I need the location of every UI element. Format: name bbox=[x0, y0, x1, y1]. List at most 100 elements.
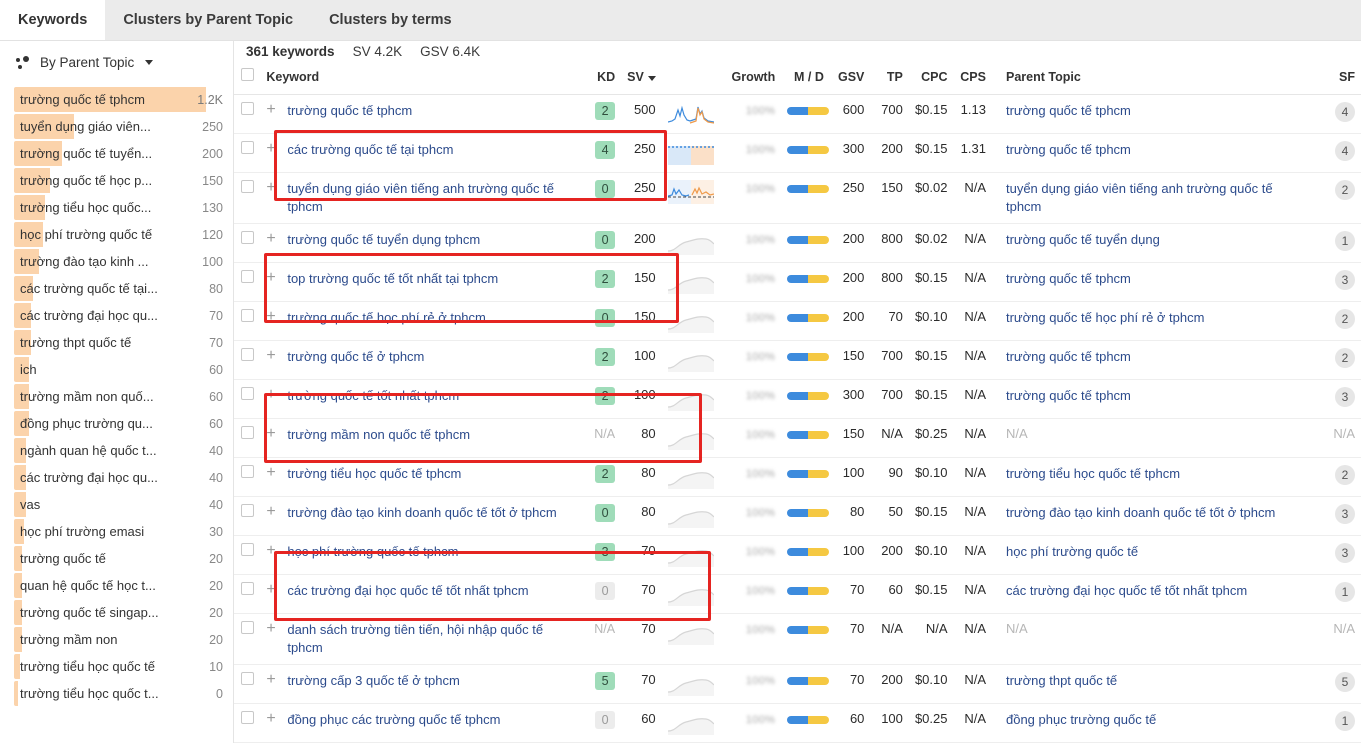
add-keyword-icon[interactable]: + bbox=[266, 309, 277, 325]
table-row[interactable]: + trường quốc tế tốt nhất tphcm 2 100 100% 30… bbox=[234, 379, 1361, 419]
keyword-link[interactable]: đồng phục các trường quốc tế tphcm bbox=[287, 711, 500, 729]
sidebar-item[interactable]: trường quốc tế học p... 150 bbox=[0, 167, 233, 194]
row-checkbox[interactable] bbox=[240, 465, 254, 478]
col-cps[interactable]: CPS bbox=[953, 62, 992, 95]
col-tp[interactable]: TP bbox=[870, 62, 909, 95]
parent-topic-link[interactable]: các trường đại học quốc tế tốt nhất tphc… bbox=[1006, 583, 1247, 598]
row-checkbox[interactable] bbox=[240, 672, 254, 685]
tab-keywords[interactable]: Keywords bbox=[0, 0, 106, 40]
row-checkbox[interactable] bbox=[240, 141, 254, 154]
parent-topic-link[interactable]: trường quốc tế tuyển dụng bbox=[1006, 232, 1160, 247]
table-row[interactable]: + danh sách trường tiên tiến, hội nhập qu… bbox=[234, 613, 1361, 665]
table-row[interactable]: + các trường đại học quốc tế tốt nhất tph… bbox=[234, 574, 1361, 614]
row-checkbox[interactable] bbox=[240, 348, 254, 361]
row-select-cell[interactable] bbox=[234, 496, 261, 536]
table-row[interactable]: + học phí trường quốc tế tphcm 3 70 100% 100 2… bbox=[234, 535, 1361, 575]
sidebar-item[interactable]: ich 60 bbox=[0, 356, 233, 383]
add-keyword-icon[interactable]: + bbox=[266, 141, 277, 157]
row-checkbox[interactable] bbox=[240, 270, 254, 283]
sidebar-item[interactable]: các trường đại học qu... 70 bbox=[0, 302, 233, 329]
add-keyword-icon[interactable]: + bbox=[266, 426, 277, 442]
tab-clusters-by-parent-topic[interactable]: Clusters by Parent Topic bbox=[105, 0, 311, 40]
row-select-cell[interactable] bbox=[234, 613, 261, 665]
keyword-link[interactable]: học phí trường quốc tế tphcm bbox=[287, 543, 458, 561]
parent-topic-link[interactable]: tuyển dụng giáo viên tiếng anh trường qu… bbox=[1006, 181, 1273, 214]
row-select-cell[interactable] bbox=[234, 664, 261, 704]
keyword-link[interactable]: trường quốc tế tuyển dụng tphcm bbox=[287, 231, 480, 249]
row-select-cell[interactable] bbox=[234, 301, 261, 341]
col-growth[interactable]: Growth bbox=[724, 62, 782, 95]
keyword-link[interactable]: trường đào tạo kinh doanh quốc tế tốt ở … bbox=[287, 504, 556, 522]
sidebar-item[interactable]: đồng phục trường qu... 60 bbox=[0, 410, 233, 437]
keyword-link[interactable]: danh sách trường tiên tiến, hội nhập quố… bbox=[287, 621, 574, 657]
table-row[interactable]: + các trường quốc tế tại tphcm 4 250 100% 300… bbox=[234, 133, 1361, 173]
row-checkbox[interactable] bbox=[240, 543, 254, 556]
col-parent-topic[interactable]: Parent Topic bbox=[991, 62, 1317, 95]
sidebar-item[interactable]: trường tiểu học quốc... 130 bbox=[0, 194, 233, 221]
add-keyword-icon[interactable]: + bbox=[266, 180, 277, 196]
keyword-link[interactable]: trường quốc tế tphcm bbox=[287, 102, 412, 120]
sidebar-item[interactable]: trường tiểu học quốc t... 0 bbox=[0, 680, 233, 707]
table-row[interactable]: + trường quốc tế tphcm 2 500 100% 600 700 $0.15… bbox=[234, 94, 1361, 134]
select-all-header[interactable] bbox=[234, 62, 261, 95]
add-keyword-icon[interactable]: + bbox=[266, 465, 277, 481]
keyword-link[interactable]: trường cấp 3 quốc tế ở tphcm bbox=[287, 672, 459, 690]
parent-topic-link[interactable]: học phí trường quốc tế bbox=[1006, 544, 1138, 559]
keyword-link[interactable]: các trường đại học quốc tế tốt nhất tphc… bbox=[287, 582, 528, 600]
add-keyword-icon[interactable]: + bbox=[266, 348, 277, 364]
row-select-cell[interactable] bbox=[234, 703, 261, 743]
parent-topic-link[interactable]: trường quốc tế tphcm bbox=[1006, 103, 1131, 118]
row-checkbox[interactable] bbox=[240, 309, 254, 322]
parent-topic-link[interactable]: trường quốc tế học phí rẻ ở tphcm bbox=[1006, 310, 1204, 325]
table-row[interactable]: + trường mầm non quốc tế tphcm N/A 80 100% 15… bbox=[234, 418, 1361, 458]
tab-clusters-by-terms[interactable]: Clusters by terms bbox=[311, 0, 470, 40]
row-checkbox[interactable] bbox=[240, 504, 254, 517]
add-keyword-icon[interactable]: + bbox=[266, 270, 277, 286]
add-keyword-icon[interactable]: + bbox=[266, 102, 277, 118]
sidebar-item[interactable]: trường quốc tế tuyển... 200 bbox=[0, 140, 233, 167]
keyword-link[interactable]: trường quốc tế tốt nhất tphcm bbox=[287, 387, 459, 405]
add-keyword-icon[interactable]: + bbox=[266, 387, 277, 403]
keyword-link[interactable]: tuyển dụng giáo viên tiếng anh trường qu… bbox=[287, 180, 574, 216]
col-kd[interactable]: KD bbox=[580, 62, 622, 95]
sidebar-item[interactable]: ngành quan hệ quốc t... 40 bbox=[0, 437, 233, 464]
row-select-cell[interactable] bbox=[234, 340, 261, 380]
row-select-cell[interactable] bbox=[234, 574, 261, 614]
col-md[interactable]: M / D bbox=[781, 62, 830, 95]
parent-topic-link[interactable]: trường tiểu học quốc tế tphcm bbox=[1006, 466, 1180, 481]
sidebar-item[interactable]: trường mầm non quố... 60 bbox=[0, 383, 233, 410]
table-row[interactable]: + tuyển dụng giáo viên tiếng anh trường q… bbox=[234, 172, 1361, 224]
sidebar-item[interactable]: trường quốc tế tphcm 1.2K bbox=[0, 86, 233, 113]
keyword-link[interactable]: top trường quốc tế tốt nhất tại tphcm bbox=[287, 270, 498, 288]
sidebar-item[interactable]: quan hệ quốc tế học t... 20 bbox=[0, 572, 233, 599]
parent-topic-list[interactable]: trường quốc tế tphcm 1.2K tuyển dụng giáo … bbox=[0, 84, 233, 743]
add-keyword-icon[interactable]: + bbox=[266, 504, 277, 520]
sidebar-item[interactable]: trường quốc tế singap... 20 bbox=[0, 599, 233, 626]
sidebar-item[interactable]: trường quốc tế 20 bbox=[0, 545, 233, 572]
add-keyword-icon[interactable]: + bbox=[266, 543, 277, 559]
add-keyword-icon[interactable]: + bbox=[266, 582, 277, 598]
keyword-link[interactable]: trường quốc tế ở tphcm bbox=[287, 348, 424, 366]
sidebar-item[interactable]: học phí trường emasi 30 bbox=[0, 518, 233, 545]
row-select-cell[interactable] bbox=[234, 262, 261, 302]
add-keyword-icon[interactable]: + bbox=[266, 672, 277, 688]
grouping-selector[interactable]: By Parent Topic bbox=[0, 41, 233, 84]
row-select-cell[interactable] bbox=[234, 223, 261, 263]
row-checkbox[interactable] bbox=[240, 711, 254, 724]
keyword-link[interactable]: trường quốc tế học phí rẻ ở tphcm bbox=[287, 309, 485, 327]
select-all-checkbox[interactable] bbox=[240, 68, 254, 81]
row-select-cell[interactable] bbox=[234, 94, 261, 134]
table-row[interactable]: + trường đào tạo kinh doanh quốc tế tốt ở… bbox=[234, 496, 1361, 536]
sidebar-item[interactable]: học phí trường quốc tế 120 bbox=[0, 221, 233, 248]
sidebar-item[interactable]: trường mầm non 20 bbox=[0, 626, 233, 653]
table-row[interactable]: + trường quốc tế ở tphcm 2 100 100% 150 700 $0.… bbox=[234, 340, 1361, 380]
parent-topic-link[interactable]: trường quốc tế tphcm bbox=[1006, 142, 1131, 157]
row-checkbox[interactable] bbox=[240, 180, 254, 193]
col-gsv[interactable]: GSV bbox=[829, 62, 871, 95]
row-checkbox[interactable] bbox=[240, 621, 254, 634]
row-checkbox[interactable] bbox=[240, 231, 254, 244]
sidebar-item[interactable]: vas 40 bbox=[0, 491, 233, 518]
sidebar-item[interactable]: các trường đại học qu... 40 bbox=[0, 464, 233, 491]
keyword-link[interactable]: trường mầm non quốc tế tphcm bbox=[287, 426, 470, 444]
add-keyword-icon[interactable]: + bbox=[266, 711, 277, 727]
